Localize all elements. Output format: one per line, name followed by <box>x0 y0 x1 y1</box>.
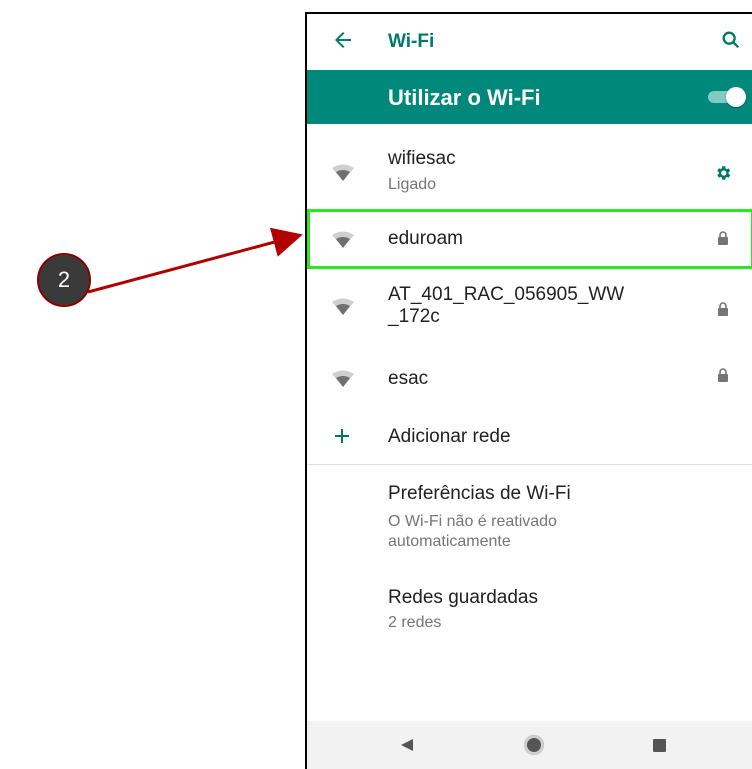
wifi-preferences-subtitle: O Wi-Fi não é reativado automaticamente <box>388 512 588 552</box>
step-number: 2 <box>57 267 71 292</box>
network-name-line2: _172c <box>388 306 440 327</box>
arrow-left-icon[interactable] <box>331 28 355 52</box>
divider <box>307 464 752 465</box>
page-title: Wi-Fi <box>388 31 435 52</box>
app-bar: Wi-Fi <box>307 14 752 70</box>
search-icon[interactable] <box>720 29 742 51</box>
network-row-esac[interactable]: esac <box>307 354 752 410</box>
network-name: wifiesac <box>388 148 456 169</box>
wifi-preferences-subtitle-line1: O Wi-Fi não é reativado <box>388 513 557 530</box>
lock-icon <box>718 368 728 382</box>
wifi-preferences-subtitle-line2: automaticamente <box>388 533 511 550</box>
network-name: AT_401_RAC_056905_WW <box>388 284 625 305</box>
add-network-label: Adicionar rede <box>388 426 511 447</box>
wifi-preferences-title: Preferências de Wi-Fi <box>388 483 571 504</box>
eduroam-highlight-box <box>307 209 752 269</box>
wifi-switch[interactable] <box>708 87 746 107</box>
network-row-wifiesac[interactable]: wifiesac Ligado <box>307 134 752 209</box>
gear-icon[interactable] <box>714 164 732 182</box>
network-status: Ligado <box>388 176 437 193</box>
switch-knob <box>726 87 746 107</box>
wifi-signal-icon <box>332 298 354 315</box>
nav-back-icon[interactable] <box>400 738 414 752</box>
phone-screen: Wi-Fi Utilizar o Wi-Fi wifiesac Ligado e… <box>305 12 752 769</box>
lock-icon <box>718 302 728 316</box>
saved-networks-title: Redes guardadas <box>388 587 538 608</box>
saved-networks-subtitle: 2 redes <box>388 614 442 631</box>
nav-home-icon[interactable] <box>524 735 544 755</box>
wifi-toggle-label: Utilizar o Wi-Fi <box>388 85 541 110</box>
system-nav-bar <box>307 721 752 769</box>
add-network-row[interactable]: Adicionar rede <box>307 412 752 462</box>
nav-recents-icon[interactable] <box>653 739 666 752</box>
wifi-signal-icon <box>332 164 354 181</box>
wifi-signal-icon <box>332 370 354 387</box>
network-row-at401[interactable]: AT_401_RAC_056905_WW _172c <box>307 276 752 351</box>
network-name: esac <box>388 368 429 389</box>
plus-icon <box>335 429 349 443</box>
wifi-toggle-row[interactable]: Utilizar o Wi-Fi <box>307 70 752 124</box>
step-callout: 2 <box>37 253 91 307</box>
